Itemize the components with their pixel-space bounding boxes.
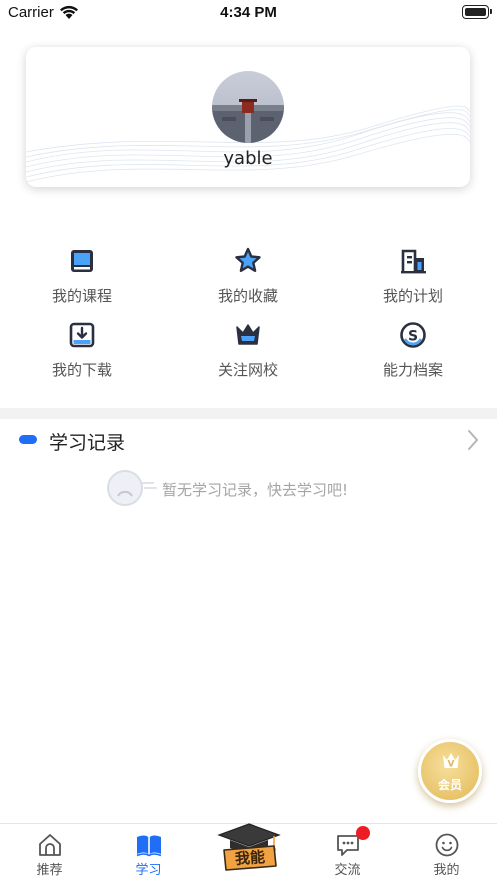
- avatar[interactable]: [212, 71, 284, 143]
- empty-state-text: 暂无学习记录，快去学习吧!: [162, 481, 349, 499]
- battery-icon: [462, 5, 492, 19]
- tab-label: 我能: [234, 847, 266, 869]
- coin-icon: S: [400, 322, 426, 348]
- svg-text:V: V: [448, 760, 455, 770]
- section-indicator: [19, 435, 37, 444]
- smiley-icon: [435, 833, 459, 857]
- home-icon: [39, 834, 61, 856]
- clock: 4:34 PM: [220, 4, 277, 21]
- profile-card[interactable]: yable: [26, 47, 470, 187]
- grid-label: 关注网校: [217, 361, 278, 379]
- chevron-right-icon[interactable]: [467, 429, 479, 451]
- section-title: 学习记录: [49, 432, 126, 454]
- username: yable: [223, 148, 273, 169]
- book-icon: [71, 250, 93, 272]
- grid-label: 我的计划: [382, 287, 443, 305]
- learning-history-header[interactable]: 学习记录: [0, 421, 497, 459]
- tab-community[interactable]: 交流: [298, 824, 397, 883]
- tab-label: 我的: [433, 863, 460, 878]
- tab-label: 推荐: [36, 863, 63, 878]
- tab-i-can[interactable]: 我能: [216, 822, 282, 874]
- tab-label: 交流: [334, 863, 361, 878]
- tab-label: 学习: [135, 863, 162, 878]
- svg-text:S: S: [408, 329, 418, 345]
- vip-crown-icon: V: [443, 753, 459, 770]
- grid-label: 我的收藏: [217, 287, 278, 305]
- empty-state: 暂无学习记录，快去学习吧!: [106, 468, 406, 508]
- grid-item-ability-profile[interactable]: S 能力档案: [353, 316, 473, 379]
- grid-item-my-downloads[interactable]: 我的下载: [22, 316, 142, 379]
- notification-badge: [356, 826, 370, 840]
- grid-item-my-courses[interactable]: 我的课程: [22, 242, 142, 305]
- grid-item-follow-school[interactable]: 关注网校: [188, 316, 308, 379]
- open-book-icon: [136, 835, 162, 857]
- download-icon: [69, 322, 95, 348]
- sad-face-icon: [107, 470, 157, 506]
- tab-recommend[interactable]: 推荐: [0, 824, 99, 883]
- tab-study[interactable]: 学习: [99, 824, 198, 883]
- vip-button[interactable]: V 会员: [418, 739, 482, 803]
- vip-label: 会员: [437, 778, 462, 792]
- section-divider: [0, 408, 497, 419]
- crown-icon: [236, 324, 260, 345]
- status-bar: Carrier 4:34 PM: [0, 0, 497, 26]
- grid-label: 我的课程: [51, 287, 112, 305]
- grid-item-my-plan[interactable]: 我的计划: [353, 242, 473, 305]
- star-icon: [235, 247, 261, 272]
- grid-label: 能力档案: [382, 361, 443, 379]
- tab-mine[interactable]: 我的: [397, 824, 496, 883]
- grid-label: 我的下载: [51, 361, 112, 379]
- plan-icon: [401, 249, 426, 274]
- grid-item-my-favorites[interactable]: 我的收藏: [188, 242, 308, 305]
